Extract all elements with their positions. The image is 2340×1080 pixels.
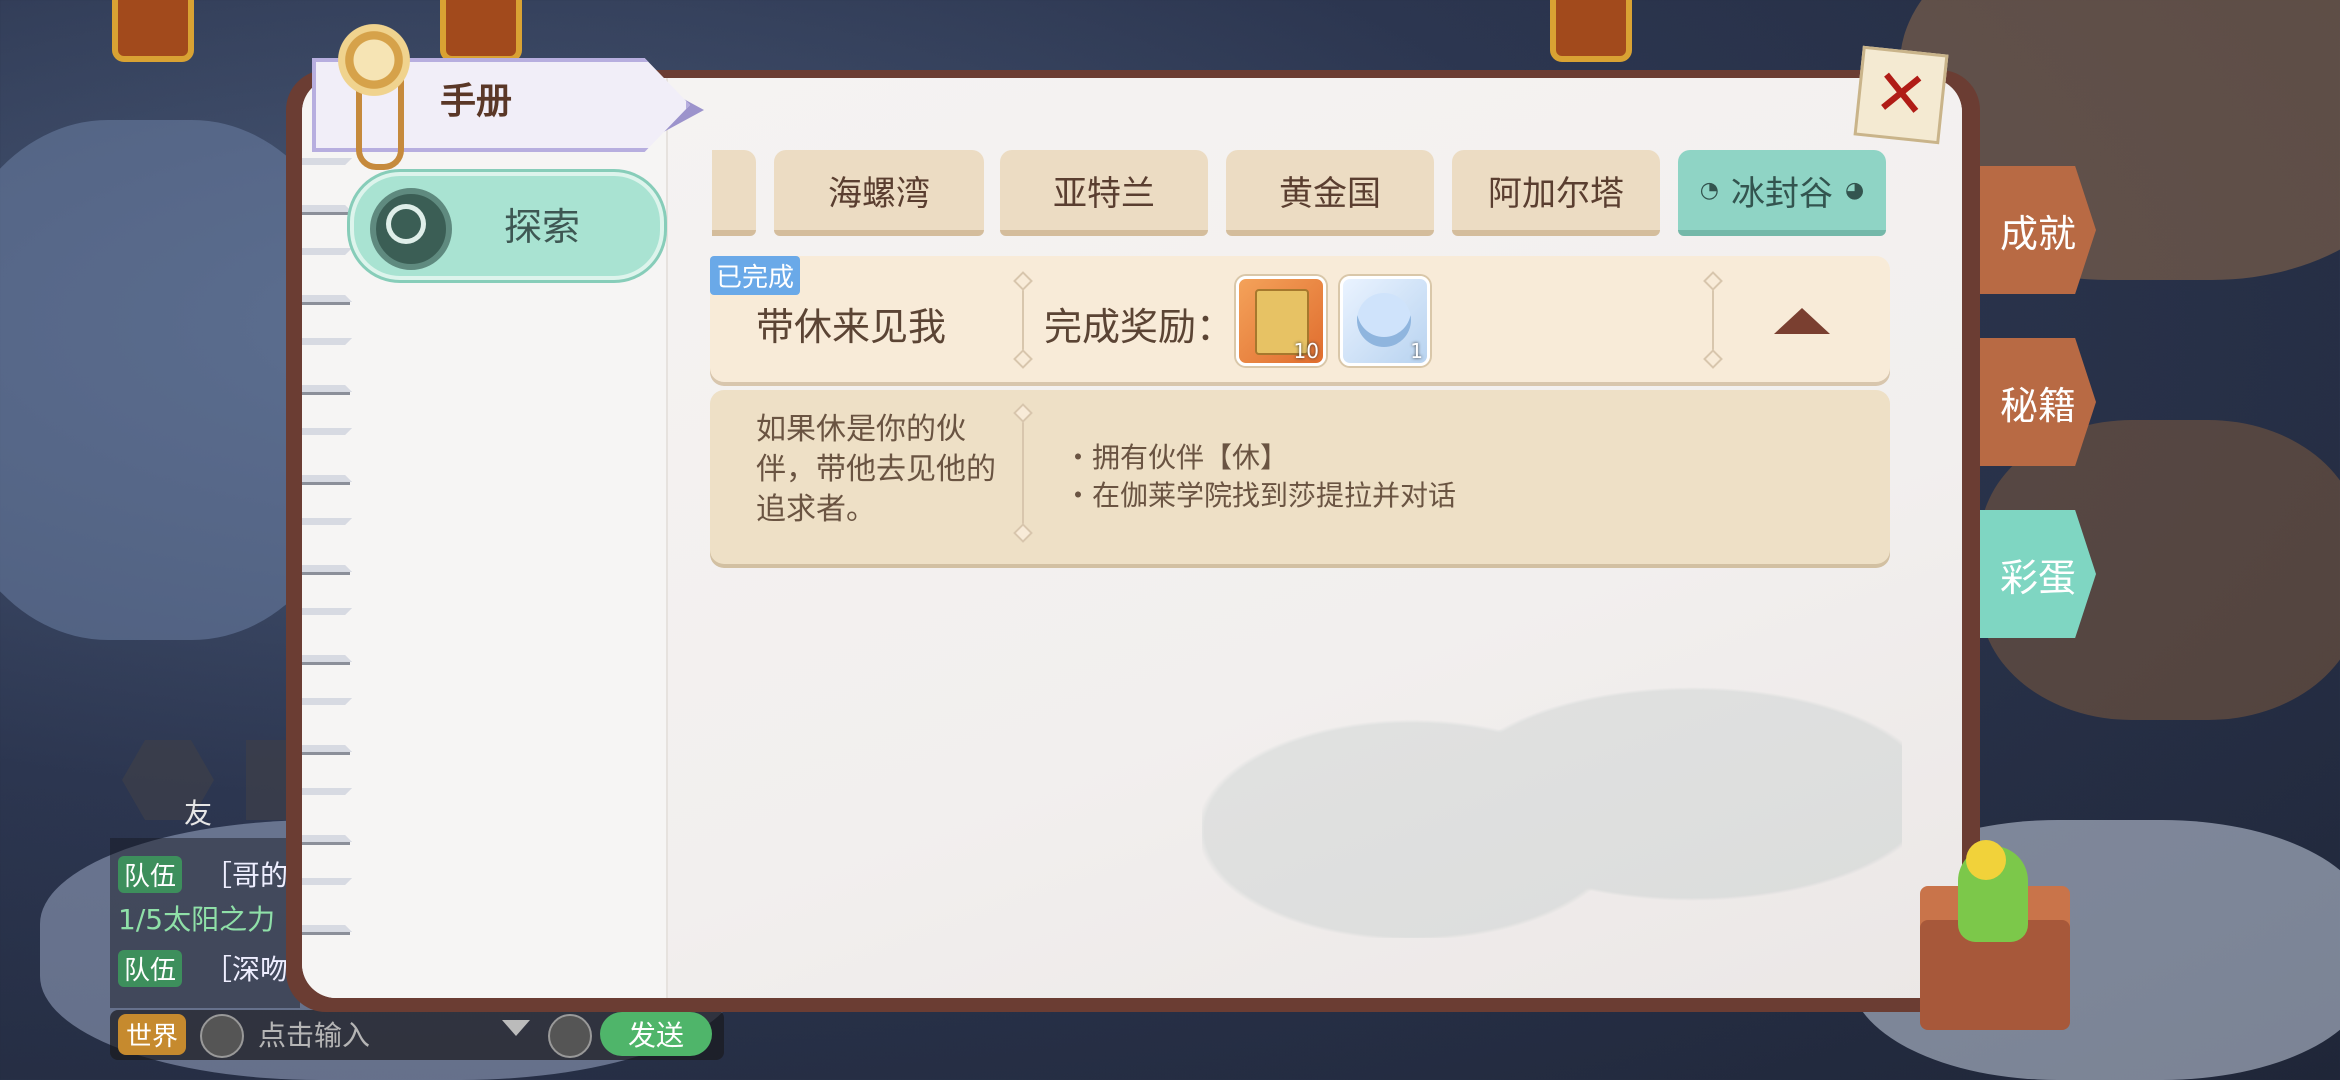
tab-label: 黄金国	[1279, 173, 1381, 214]
ice-figure-icon	[1357, 293, 1411, 347]
side-tab-label: 彩蛋	[1999, 555, 2076, 600]
tab-region[interactable]: 海螺湾	[774, 150, 984, 236]
reward-item[interactable]: 1	[1340, 276, 1430, 366]
lantern-icon	[440, 0, 522, 62]
sun-emblem-icon	[332, 18, 416, 102]
quest-description: 如果休是你的伙伴，带他去见他的追求者。	[756, 412, 996, 527]
chat-line: ［深吻	[204, 953, 289, 986]
page-title: 手册	[440, 81, 513, 122]
divider	[1022, 414, 1024, 532]
chat-team-tag: 队伍	[118, 950, 183, 987]
parrot-mascot-icon[interactable]	[1958, 840, 2028, 942]
nav-explore-label: 探索	[504, 205, 581, 249]
tab-region[interactable]: 阿加尔塔	[1452, 150, 1660, 236]
reward-item[interactable]: 10	[1236, 276, 1326, 366]
requirement-item: ・拥有伙伴【休】	[1064, 441, 1289, 474]
side-tab-label: 秘籍	[1999, 383, 2076, 428]
requirement-item: ・在伽莱学院找到莎提拉并对话	[1064, 479, 1457, 512]
divider	[1022, 282, 1024, 358]
binder-ring	[302, 158, 352, 212]
chevron-down-icon[interactable]	[502, 1020, 530, 1036]
microphone-icon[interactable]	[200, 1014, 244, 1058]
tab-region[interactable]: 亚特兰	[1000, 150, 1208, 236]
chat-input[interactable]	[256, 1014, 530, 1056]
tab-label: 海螺湾	[828, 173, 930, 214]
divider	[1712, 282, 1714, 358]
side-tab-easter-egg[interactable]: 彩蛋	[1980, 510, 2096, 638]
tab-label: 阿加尔塔	[1488, 173, 1624, 214]
nav-explore[interactable]: 探索	[350, 172, 664, 280]
binder-ring	[302, 248, 352, 302]
reward-count: 10	[1293, 339, 1319, 363]
tab-region-active[interactable]: ◔ 冰封谷 ◕	[1678, 150, 1886, 236]
binder-ring	[302, 338, 352, 392]
binder-ring	[302, 698, 352, 752]
send-button[interactable]: 发送	[600, 1012, 712, 1056]
tab-partial[interactable]	[712, 150, 756, 236]
binder-ring	[302, 878, 352, 932]
swirl-icon: ◕	[1845, 177, 1865, 203]
binder-ring	[302, 608, 352, 662]
status-badge: 已完成	[710, 256, 801, 295]
reward-count: 1	[1410, 339, 1423, 363]
reward-label: 完成奖励：	[1044, 305, 1235, 349]
side-tab-achievement[interactable]: 成就	[1980, 166, 2096, 294]
binder-ring	[302, 428, 352, 482]
friend-label: 友	[184, 797, 213, 830]
page-watermark-art	[1202, 578, 1902, 938]
chat-team-tag: 队伍	[118, 856, 183, 893]
side-tab-label: 成就	[1999, 211, 2076, 256]
binder-ring	[302, 788, 352, 842]
chat-line: ［哥的	[204, 859, 289, 892]
lantern-icon	[1550, 0, 1632, 62]
quest-title: 带休来见我	[756, 305, 947, 349]
world-channel-tag[interactable]: 世界	[118, 1014, 187, 1055]
collapse-arrow-icon[interactable]	[1774, 308, 1830, 334]
swirl-icon: ◔	[1699, 177, 1719, 203]
binder-ring	[302, 518, 352, 572]
close-icon: ✕	[1870, 55, 1932, 135]
tab-label: 冰封谷	[1731, 173, 1833, 214]
lantern-icon	[112, 0, 194, 62]
close-button[interactable]: ✕	[1853, 45, 1949, 145]
compass-icon	[370, 188, 452, 270]
chat-line: 1/5太阳之力	[118, 903, 276, 936]
emoji-icon[interactable]	[548, 1014, 592, 1058]
tab-region[interactable]: 黄金国	[1226, 150, 1434, 236]
side-tab-secrets[interactable]: 秘籍	[1980, 338, 2096, 466]
tab-label: 亚特兰	[1053, 173, 1155, 214]
